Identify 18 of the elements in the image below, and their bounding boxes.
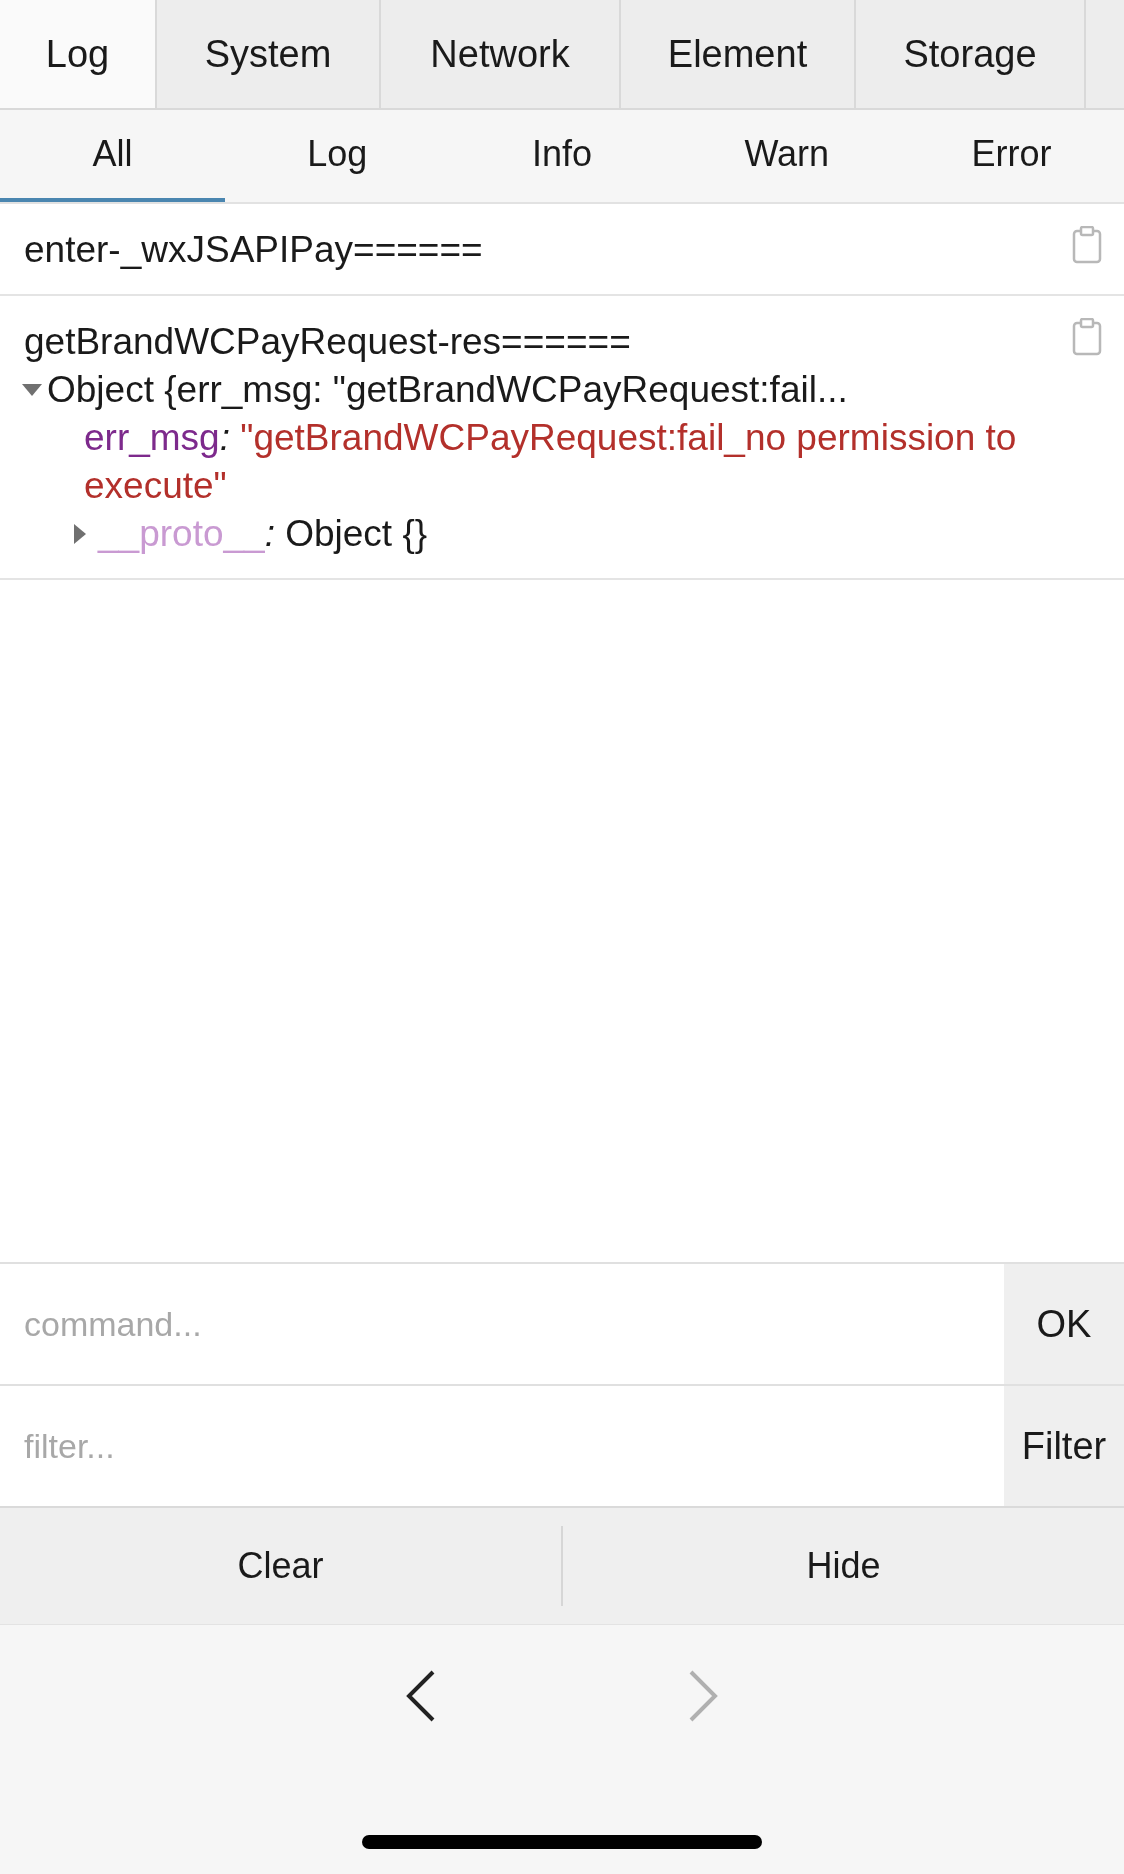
object-property: __proto__: Object {} (96, 512, 428, 556)
filter-button[interactable]: Filter (1004, 1386, 1124, 1506)
filter-tab[interactable]: Error (899, 110, 1124, 202)
log-message: getBrandWCPayRequest-res====== (24, 320, 631, 364)
clipboard-icon[interactable] (1072, 226, 1102, 264)
filter-tab[interactable]: Warn (674, 110, 900, 202)
log-message: enter-_wxJSAPIPay====== (24, 228, 483, 272)
clipboard-icon[interactable] (1072, 318, 1102, 356)
object-summary: Object {err_msg: "getBrandWCPayRequest:fail... (47, 368, 848, 412)
clear-button[interactable]: Clear (0, 1508, 561, 1624)
hide-button[interactable]: Hide (563, 1508, 1124, 1624)
ok-button[interactable]: OK (1004, 1264, 1124, 1384)
back-icon[interactable] (405, 1669, 437, 1723)
filter-tab[interactable]: All (0, 110, 225, 202)
filter-tab[interactable]: Log (224, 110, 450, 202)
tab[interactable]: Log (0, 0, 157, 108)
filter-tab[interactable]: Info (449, 110, 675, 202)
object-property: err_msg: "getBrandWCPayRequest:fail_no permission to execute" (83, 416, 1018, 508)
